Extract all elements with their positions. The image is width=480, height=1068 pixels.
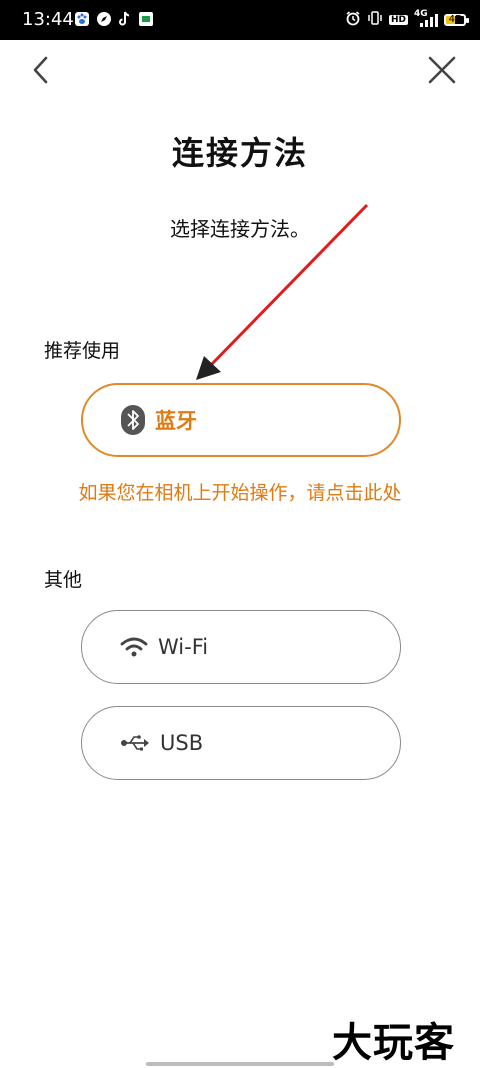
home-indicator[interactable] (146, 1062, 334, 1066)
notification-icons (74, 11, 154, 31)
usb-label: USB (160, 731, 204, 755)
vibrate-icon (367, 10, 383, 30)
close-icon (428, 56, 456, 84)
page-title: 连接方法 (171, 134, 308, 172)
close-button[interactable] (424, 52, 460, 88)
alarm-icon (345, 10, 361, 30)
green-app-icon (138, 11, 154, 31)
compass-app-icon (96, 11, 112, 31)
bluetooth-label: 蓝牙 (155, 409, 197, 433)
start-on-camera-link[interactable]: 如果您在相机上开始操作，请点击此处 (0, 478, 480, 505)
status-time: 13:44 (22, 9, 74, 30)
wifi-label: Wi-Fi (158, 635, 209, 659)
page-subtitle: 选择连接方法。 (170, 217, 310, 241)
battery-level: 47 (448, 14, 462, 25)
bluetooth-icon (121, 405, 145, 435)
hd-icon: HD (388, 15, 408, 25)
paw-app-icon (74, 11, 90, 31)
section-label-recommended: 推荐使用 (44, 340, 121, 362)
usb-icon (121, 735, 149, 751)
chevron-left-icon (33, 56, 48, 84)
status-bar: 13:44 HD 4G 47 (0, 0, 480, 40)
signal-icon: 4G (414, 9, 438, 28)
watermark: 大玩客 (332, 1020, 455, 1066)
bluetooth-button[interactable]: 蓝牙 (81, 383, 401, 457)
section-label-other: 其他 (44, 569, 83, 591)
wifi-icon (120, 637, 148, 657)
back-button[interactable] (26, 52, 58, 88)
status-right: HD 4G 47 (345, 9, 469, 30)
wifi-button[interactable]: Wi-Fi (81, 610, 401, 684)
battery-icon: 47 (444, 14, 469, 26)
tiktok-icon (118, 11, 132, 31)
usb-button[interactable]: USB (81, 706, 401, 780)
